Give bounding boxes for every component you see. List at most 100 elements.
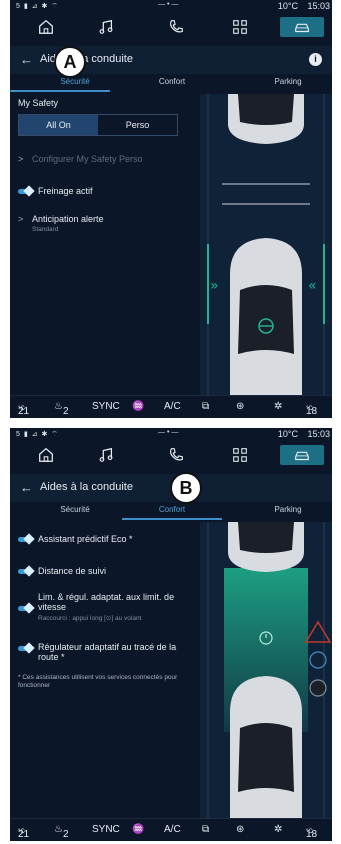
row-label: Régulateur adaptatif au tracé de la rout… bbox=[38, 642, 177, 662]
music-icon[interactable] bbox=[84, 17, 128, 37]
row-label: Distance de suivi bbox=[38, 566, 107, 576]
chevron-right-icon: > bbox=[18, 154, 24, 164]
callout-a: A bbox=[54, 46, 86, 78]
distance-de-suivi-row[interactable]: Distance de suivi bbox=[18, 566, 198, 576]
assistant-predictif-row[interactable]: Assistant prédictif Eco * bbox=[18, 534, 198, 544]
home-icon[interactable] bbox=[24, 17, 68, 37]
active-tab-indicator bbox=[122, 518, 222, 520]
anticipation-alerte-row[interactable]: > Anticipation alerte Standard bbox=[18, 214, 198, 233]
safety-scene: » « bbox=[200, 94, 332, 396]
screen-b: 5 ▮ ⊿ ✱ ⌔ — • — 10°C 15:03 ← Aides à la … bbox=[10, 428, 332, 841]
phone-icon[interactable] bbox=[154, 17, 198, 37]
climate-bar: 21 °C ♨ 2 SYNC ♒ A/C ⧉ ⊛ ✲ 18 °C bbox=[10, 395, 332, 418]
tab-confort[interactable]: Confort bbox=[122, 505, 222, 514]
music-icon[interactable] bbox=[84, 445, 128, 465]
seat-heat-level[interactable]: ♨ 2 bbox=[54, 824, 69, 840]
row-sub: Raccourci : appui long [⊙] au volant bbox=[38, 615, 142, 622]
lead-car bbox=[228, 522, 304, 572]
apps-icon[interactable] bbox=[218, 445, 262, 465]
outside-temperature: 10°C bbox=[277, 1, 298, 11]
sync-button[interactable]: SYNC bbox=[92, 401, 120, 412]
active-tab-indicator bbox=[10, 90, 110, 92]
footnote: * Ces assistances utilisent vos services… bbox=[18, 674, 178, 689]
screen-a: 5 ▮ ⊿ ✱ ⌔ — • — 10°C 15:03 ← Aides à la … bbox=[10, 0, 332, 418]
rear-defrost-icon[interactable]: ⧉ bbox=[202, 401, 209, 412]
phone-icon[interactable] bbox=[154, 445, 198, 465]
temp-unit: °C bbox=[18, 406, 25, 412]
tab-confort[interactable]: Confort bbox=[122, 77, 222, 86]
my-safety-label: My Safety bbox=[18, 98, 59, 108]
tab-bar: Sécurité Confort Parking bbox=[10, 502, 332, 520]
steering-heat-icon[interactable]: ⊛ bbox=[236, 824, 244, 835]
info-icon[interactable]: i bbox=[309, 53, 322, 66]
toggle-switch[interactable] bbox=[18, 606, 32, 611]
toggle-switch[interactable] bbox=[18, 537, 32, 543]
page-title: Aides à la conduite bbox=[40, 481, 133, 493]
toggle-switch[interactable] bbox=[18, 189, 32, 195]
main-nav bbox=[10, 14, 332, 40]
outside-temperature: 10°C bbox=[277, 429, 298, 439]
main-nav bbox=[10, 442, 332, 468]
toggle-switch[interactable] bbox=[18, 569, 32, 575]
my-safety-all-on[interactable]: All On bbox=[19, 115, 98, 135]
fan-icon[interactable]: ✲ bbox=[274, 401, 282, 412]
my-safety-perso[interactable]: Perso bbox=[98, 115, 177, 135]
status-center: — • — bbox=[158, 1, 179, 8]
my-safety-selector: All On Perso bbox=[18, 114, 178, 136]
apps-icon[interactable] bbox=[218, 17, 262, 37]
tab-securite[interactable]: Sécurité bbox=[25, 505, 125, 514]
side-arrow-right-icon: « bbox=[308, 278, 317, 294]
configure-my-safety-row[interactable]: > Configurer My Safety Perso bbox=[18, 154, 198, 164]
tab-parking[interactable]: Parking bbox=[238, 77, 332, 86]
row-label: Configurer My Safety Perso bbox=[32, 154, 143, 164]
clock: 15:03 bbox=[307, 429, 330, 439]
chevron-right-icon: > bbox=[18, 214, 24, 224]
limiteur-regulateur-row[interactable]: Lim. & régul. adaptat. aux limit. de vit… bbox=[18, 592, 188, 622]
temp-unit: °C bbox=[306, 829, 313, 835]
speed-limit-icon bbox=[309, 679, 327, 697]
status-icons: 5 ▮ ⊿ ✱ ⌔ bbox=[16, 431, 59, 438]
vehicle-visualization bbox=[200, 522, 332, 824]
freinage-actif-row[interactable]: Freinage actif bbox=[18, 186, 198, 196]
climate-bar: 21 °C ♨ 2 SYNC ♒ A/C ⧉ ⊛ ✲ 18 °C bbox=[10, 818, 332, 841]
status-center: — • — bbox=[158, 429, 179, 436]
callout-b: B bbox=[170, 472, 202, 504]
status-bar: 5 ▮ ⊿ ✱ ⌔ — • — 10°C 15:03 bbox=[10, 428, 332, 440]
seat-heat-icon[interactable]: ♒ bbox=[132, 824, 144, 835]
car-icon[interactable] bbox=[280, 17, 324, 37]
sync-button[interactable]: SYNC bbox=[92, 824, 120, 835]
row-label: Lim. & régul. adaptat. aux limit. de vit… bbox=[38, 592, 175, 612]
rear-defrost-icon[interactable]: ⧉ bbox=[202, 824, 209, 835]
fan-icon[interactable]: ✲ bbox=[274, 824, 282, 835]
tab-securite[interactable]: Sécurité bbox=[25, 77, 125, 86]
steering-heat-icon[interactable]: ⊛ bbox=[236, 401, 244, 412]
back-arrow-icon[interactable]: ← bbox=[20, 52, 33, 67]
status-bar: 5 ▮ ⊿ ✱ ⌔ — • — 10°C 15:03 bbox=[10, 0, 332, 12]
status-icons: 5 ▮ ⊿ ✱ ⌔ bbox=[16, 3, 59, 10]
seat-heat-value: 2 bbox=[62, 406, 69, 417]
temp-unit: °C bbox=[306, 406, 313, 412]
row-sub: Standard bbox=[32, 226, 59, 233]
back-arrow-icon[interactable]: ← bbox=[20, 480, 33, 495]
row-label: Freinage actif bbox=[38, 186, 93, 196]
lead-car bbox=[228, 94, 304, 144]
seat-heat-level[interactable]: ♨ 2 bbox=[54, 401, 69, 417]
row-label: Anticipation alerte bbox=[32, 214, 104, 224]
row-label: Assistant prédictif Eco * bbox=[38, 534, 133, 544]
tab-parking[interactable]: Parking bbox=[238, 505, 332, 514]
home-icon[interactable] bbox=[24, 445, 68, 465]
clock: 15:03 bbox=[307, 1, 330, 11]
seat-heat-icon[interactable]: ♒ bbox=[132, 401, 144, 412]
ego-car bbox=[230, 238, 302, 396]
tab-bar: Sécurité Confort Parking bbox=[10, 74, 332, 92]
seat-heat-value: 2 bbox=[62, 829, 69, 840]
ac-button[interactable]: A/C bbox=[164, 401, 181, 412]
ac-button[interactable]: A/C bbox=[164, 824, 181, 835]
vehicle-visualization: » « bbox=[200, 94, 332, 401]
temp-unit: °C bbox=[18, 829, 25, 835]
comfort-scene bbox=[200, 522, 332, 819]
toggle-switch[interactable] bbox=[18, 646, 32, 651]
side-arrow-left-icon: » bbox=[210, 278, 219, 294]
car-icon[interactable] bbox=[280, 445, 324, 465]
regulateur-trace-row[interactable]: Régulateur adaptatif au tracé de la rout… bbox=[18, 642, 188, 662]
